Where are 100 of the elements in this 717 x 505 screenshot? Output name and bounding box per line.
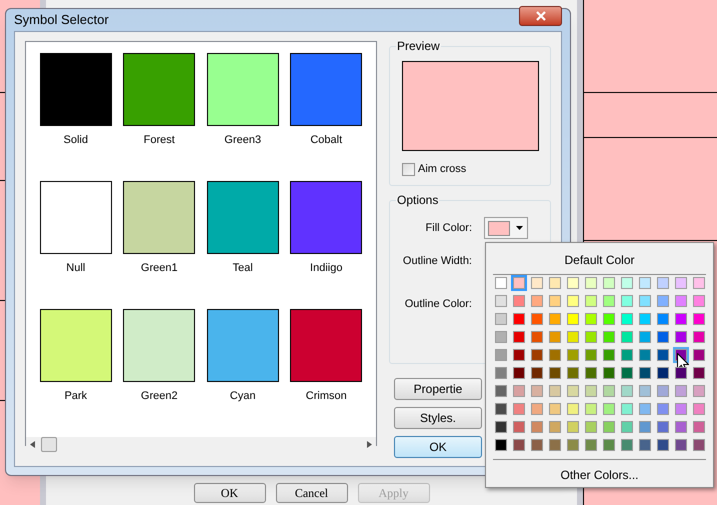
color-swatch[interactable] (566, 349, 578, 361)
color-swatch[interactable] (530, 349, 542, 361)
color-swatch[interactable] (602, 403, 614, 415)
dialog-button[interactable]: Propertie (394, 378, 482, 400)
color-swatch[interactable] (620, 277, 632, 289)
color-swatch[interactable] (548, 313, 560, 325)
color-swatch[interactable] (548, 421, 560, 433)
symbol-swatch[interactable] (123, 181, 196, 254)
color-swatch[interactable] (620, 403, 632, 415)
color-swatch[interactable] (674, 421, 686, 433)
color-swatch[interactable] (584, 439, 596, 451)
dialog-button[interactable]: Cancel (276, 483, 348, 503)
color-swatch[interactable] (620, 313, 632, 325)
color-swatch[interactable] (584, 313, 596, 325)
symbol-swatch[interactable] (40, 309, 112, 382)
color-swatch[interactable] (656, 439, 668, 451)
color-swatch[interactable] (602, 331, 614, 343)
color-swatch[interactable] (638, 313, 650, 325)
color-swatch[interactable] (584, 367, 596, 379)
color-swatch[interactable] (674, 367, 686, 379)
color-swatch[interactable] (692, 349, 704, 361)
color-swatch[interactable] (674, 385, 686, 397)
color-swatch[interactable] (512, 367, 524, 379)
color-swatch[interactable] (620, 331, 632, 343)
color-swatch[interactable] (530, 385, 542, 397)
symbol-swatch[interactable] (290, 181, 362, 254)
color-swatch[interactable] (512, 277, 524, 289)
color-swatch[interactable] (656, 421, 668, 433)
color-swatch[interactable] (674, 439, 686, 451)
color-swatch[interactable] (548, 331, 560, 343)
color-swatch[interactable] (656, 295, 668, 307)
color-swatch[interactable] (584, 295, 596, 307)
color-swatch[interactable] (656, 331, 668, 343)
checkbox[interactable] (402, 162, 415, 176)
color-swatch[interactable] (512, 295, 524, 307)
symbol-swatch[interactable] (40, 181, 112, 254)
symbol-swatch[interactable] (206, 309, 279, 382)
color-swatch[interactable] (674, 313, 686, 325)
color-swatch[interactable] (494, 439, 506, 451)
color-swatch[interactable] (656, 385, 668, 397)
color-swatch[interactable] (494, 385, 506, 397)
color-swatch[interactable] (674, 403, 686, 415)
color-swatch[interactable] (692, 331, 704, 343)
color-swatch[interactable] (548, 277, 560, 289)
color-swatch[interactable] (638, 331, 650, 343)
color-swatch[interactable] (584, 277, 596, 289)
symbol-swatch[interactable] (290, 53, 362, 126)
color-swatch[interactable] (494, 367, 506, 379)
color-swatch[interactable] (674, 277, 686, 289)
color-swatch[interactable] (584, 331, 596, 343)
color-swatch[interactable] (620, 295, 632, 307)
color-swatch[interactable] (566, 439, 578, 451)
color-swatch[interactable] (530, 295, 542, 307)
color-swatch[interactable] (602, 295, 614, 307)
color-swatch[interactable] (548, 367, 560, 379)
symbol-swatch[interactable] (290, 309, 362, 382)
color-swatch[interactable] (566, 367, 578, 379)
color-swatch[interactable] (584, 385, 596, 397)
color-swatch[interactable] (548, 403, 560, 415)
color-swatch[interactable] (530, 421, 542, 433)
dialog-button[interactable]: OK (194, 483, 266, 503)
color-swatch[interactable] (566, 421, 578, 433)
color-swatch[interactable] (530, 439, 542, 451)
color-swatch[interactable] (656, 277, 668, 289)
fill-color-picker[interactable] (484, 217, 528, 239)
dialog-button[interactable]: OK (394, 436, 482, 458)
color-swatch[interactable] (566, 331, 578, 343)
color-swatch[interactable] (602, 421, 614, 433)
color-swatch[interactable] (548, 349, 560, 361)
color-swatch[interactable] (494, 349, 506, 361)
color-swatch[interactable] (548, 295, 560, 307)
color-swatch[interactable] (638, 295, 650, 307)
color-swatch[interactable] (584, 349, 596, 361)
color-swatch[interactable] (584, 421, 596, 433)
other-colors-option[interactable]: Other Colors... (560, 466, 639, 484)
color-swatch[interactable] (494, 295, 506, 307)
color-swatch[interactable] (692, 421, 704, 433)
color-swatch[interactable] (584, 403, 596, 415)
color-swatch[interactable] (548, 439, 560, 451)
dialog-button[interactable]: Styles. (394, 407, 482, 429)
color-swatch[interactable] (494, 331, 506, 343)
color-swatch[interactable] (602, 277, 614, 289)
color-swatch[interactable] (512, 421, 524, 433)
default-color-option[interactable]: Default Color (564, 251, 635, 268)
color-swatch[interactable] (674, 295, 686, 307)
horizontal-scrollbar[interactable] (26, 437, 376, 452)
color-swatch[interactable] (692, 313, 704, 325)
color-swatch[interactable] (494, 421, 506, 433)
color-swatch[interactable] (530, 403, 542, 415)
color-swatch[interactable] (692, 367, 704, 379)
color-swatch[interactable] (566, 277, 578, 289)
color-swatch[interactable] (620, 385, 632, 397)
color-swatch[interactable] (512, 313, 524, 325)
color-swatch[interactable] (638, 385, 650, 397)
color-swatch[interactable] (638, 421, 650, 433)
color-swatch[interactable] (620, 367, 632, 379)
color-swatch[interactable] (692, 385, 704, 397)
color-swatch[interactable] (530, 277, 542, 289)
color-swatch[interactable] (566, 385, 578, 397)
color-swatch[interactable] (566, 313, 578, 325)
